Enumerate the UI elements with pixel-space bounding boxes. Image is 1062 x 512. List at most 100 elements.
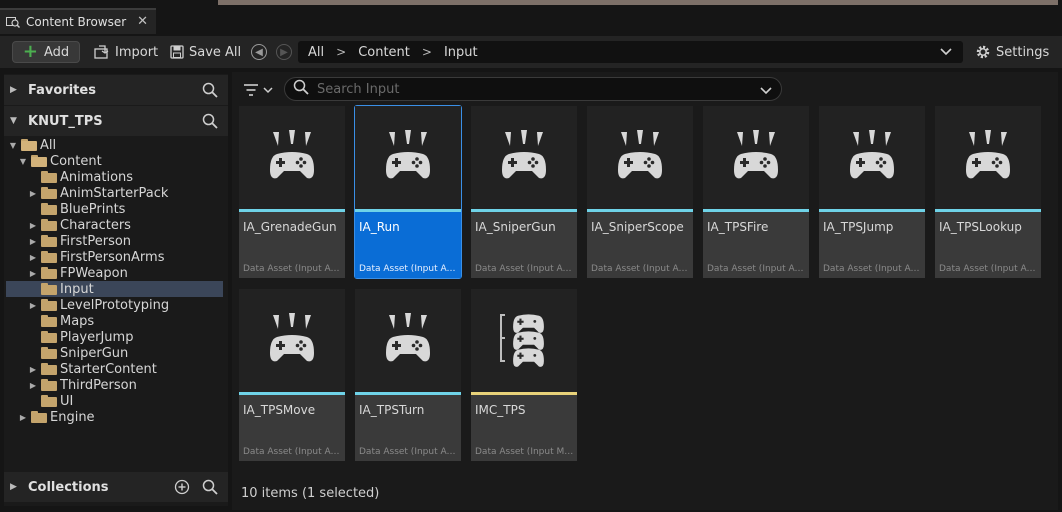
asset-tile[interactable]: IA_Run Data Asset (Input Acti… <box>354 105 462 279</box>
tree-item-thirdperson[interactable]: ▶ ThirdPerson <box>6 377 223 393</box>
expand-arrow-icon[interactable]: ▶ <box>28 253 38 262</box>
forward-arrow-icon[interactable]: ▶ <box>276 44 292 60</box>
project-header[interactable]: ▼ KNUT_TPS <box>4 106 228 136</box>
settings-button-label: Settings <box>996 44 1050 60</box>
asset-tile[interactable]: IA_GrenadeGun Data Asset (Input Acti… <box>239 106 345 278</box>
tree-item-fpweapon[interactable]: ▶ FPWeapon <box>6 265 223 281</box>
folder-icon <box>31 411 47 423</box>
search-icon[interactable] <box>202 113 218 133</box>
asset-tile[interactable]: IA_SniperGun Data Asset (Input Acti… <box>471 106 577 278</box>
asset-name: IMC_TPS <box>475 403 526 417</box>
asset-tile[interactable]: IA_TPSMove Data Asset (Input Acti… <box>239 289 345 461</box>
breadcrumb-separator[interactable]: > <box>422 45 432 59</box>
tree-item-all[interactable]: ▼ All <box>6 137 223 153</box>
favorites-header[interactable]: ▶ Favorites <box>4 75 228 105</box>
search-input[interactable] <box>317 81 757 97</box>
asset-type: Data Asset (Input Acti… <box>939 264 1039 274</box>
asset-type: Data Asset (Input Acti… <box>591 264 691 274</box>
add-button[interactable]: + Add <box>12 41 80 63</box>
tree-item-input[interactable]: Input <box>6 281 223 297</box>
tree-item-firstperson[interactable]: ▶ FirstPerson <box>6 233 223 249</box>
asset-type: Data Asset (Input Acti… <box>823 264 923 274</box>
folder-icon <box>41 283 57 295</box>
asset-type: Data Asset (Input Acti… <box>359 447 459 457</box>
filter-button[interactable] <box>242 81 276 99</box>
viewport-edge <box>218 0 1058 5</box>
asset-type: Data Asset (Input Map… <box>475 447 575 457</box>
search-field[interactable] <box>284 77 782 101</box>
asset-thumbnail <box>355 289 461 392</box>
expand-arrow-icon[interactable]: ▶ <box>10 482 24 492</box>
tree-item-firstpersonarms[interactable]: ▶ FirstPersonArms <box>6 249 223 265</box>
gamepad-icon <box>267 129 317 186</box>
expand-arrow-icon[interactable]: ▶ <box>18 413 28 422</box>
asset-tile[interactable]: IA_SniperScope Data Asset (Input Acti… <box>587 106 693 278</box>
tree-item-label: Animations <box>60 169 134 185</box>
tree-item-ui[interactable]: UI <box>6 393 223 409</box>
filter-icon <box>244 84 273 96</box>
expand-arrow-icon[interactable]: ▶ <box>28 237 38 246</box>
settings-button[interactable]: Settings <box>975 41 1049 63</box>
toolbar: + Add Import Save All ◀ ▶ All > Content … <box>0 36 1062 68</box>
asset-name: IA_TPSLookup <box>939 220 1022 234</box>
tree-item-label: FPWeapon <box>60 265 128 281</box>
expand-arrow-icon[interactable]: ▶ <box>28 381 38 390</box>
asset-name: IA_SniperGun <box>475 220 556 234</box>
search-icon <box>293 79 309 99</box>
back-arrow-icon[interactable]: ◀ <box>251 44 267 60</box>
tree-item-animstarterpack[interactable]: ▶ AnimStarterPack <box>6 185 223 201</box>
tree-item-startercontent[interactable]: ▶ StarterContent <box>6 361 223 377</box>
search-icon[interactable] <box>202 82 218 102</box>
plus-icon: + <box>22 41 38 62</box>
chevron-down-icon[interactable] <box>759 83 773 101</box>
tree-item-engine[interactable]: ▶ Engine <box>6 409 223 425</box>
collapse-arrow-icon[interactable]: ▼ <box>18 157 28 166</box>
tree-item-blueprints[interactable]: BluePrints <box>6 201 223 217</box>
folder-icon <box>41 379 57 391</box>
asset-type: Data Asset (Input Acti… <box>707 264 807 274</box>
tree-item-levelprototyping[interactable]: ▶ LevelPrototyping <box>6 297 223 313</box>
asset-tile[interactable]: IA_TPSLookup Data Asset (Input Acti… <box>935 106 1041 278</box>
collections-header[interactable]: ▶ Collections <box>4 472 228 502</box>
collapse-arrow-icon[interactable]: ▼ <box>10 116 24 126</box>
add-collection-icon[interactable] <box>174 479 190 499</box>
expand-arrow-icon[interactable]: ▶ <box>28 189 38 198</box>
tab-content-browser[interactable]: Content Browser ✕ <box>0 8 156 34</box>
asset-info: IA_SniperGun Data Asset (Input Acti… <box>471 212 577 278</box>
tree-item-animations[interactable]: Animations <box>6 169 223 185</box>
asset-info: IMC_TPS Data Asset (Input Map… <box>471 395 577 461</box>
expand-arrow-icon[interactable]: ▶ <box>28 301 38 310</box>
tree-item-content[interactable]: ▼ Content <box>6 153 223 169</box>
tree-item-maps[interactable]: Maps <box>6 313 223 329</box>
asset-tile[interactable]: IA_TPSFire Data Asset (Input Acti… <box>703 106 809 278</box>
asset-info: IA_TPSFire Data Asset (Input Acti… <box>703 212 809 278</box>
asset-info: IA_SniperScope Data Asset (Input Acti… <box>587 212 693 278</box>
asset-view: IA_GrenadeGunData Asset (Input Acti…IA_R… <box>232 72 1058 510</box>
expand-arrow-icon[interactable]: ▶ <box>10 85 24 95</box>
tree-item-characters[interactable]: ▶ Characters <box>6 217 223 233</box>
tree-item-label: ThirdPerson <box>60 377 137 393</box>
gamepad-icon <box>383 312 433 369</box>
import-button[interactable]: Import <box>94 41 158 63</box>
collapse-arrow-icon[interactable]: ▼ <box>8 141 18 150</box>
asset-tile[interactable]: IMC_TPS Data Asset (Input Map… <box>471 289 577 461</box>
close-icon[interactable]: ✕ <box>137 15 148 28</box>
search-icon[interactable] <box>202 479 218 499</box>
tree-item-label: FirstPerson <box>60 233 132 249</box>
tree-item-playerjump[interactable]: PlayerJump <box>6 329 223 345</box>
breadcrumb-all[interactable]: All <box>308 45 324 60</box>
asset-tile[interactable]: IA_TPSTurn Data Asset (Input Acti… <box>355 289 461 461</box>
expand-arrow-icon[interactable]: ▶ <box>28 365 38 374</box>
expand-arrow-icon[interactable]: ▶ <box>28 221 38 230</box>
tree-item-label: UI <box>60 393 74 409</box>
tree-item-snipergun[interactable]: SniperGun <box>6 345 223 361</box>
asset-tile[interactable]: IA_TPSJump Data Asset (Input Acti… <box>819 106 925 278</box>
save-all-button[interactable]: Save All <box>170 41 241 63</box>
folder-open-icon <box>31 155 47 167</box>
title-bar: Content Browser ✕ <box>0 0 1062 38</box>
breadcrumb-input[interactable]: Input <box>444 45 478 60</box>
expand-arrow-icon[interactable]: ▶ <box>28 269 38 278</box>
breadcrumb-content[interactable]: Content <box>358 45 410 60</box>
chevron-down-icon[interactable] <box>939 44 953 62</box>
breadcrumb-separator[interactable]: > <box>336 45 346 59</box>
